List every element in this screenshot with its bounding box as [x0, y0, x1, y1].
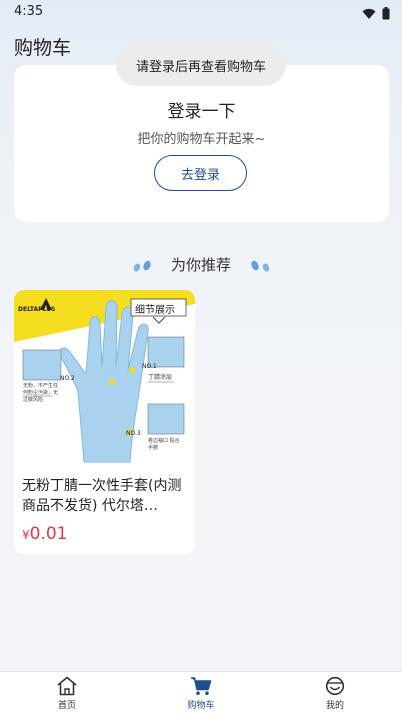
toast-text: 请登录后再查看购物车 — [135, 59, 266, 75]
login-button[interactable]: 去登录 — [154, 155, 247, 191]
page-title: 购物车 — [14, 37, 72, 59]
battery-icon — [382, 5, 390, 24]
login-subtitle: 把你的购物车开起来~ — [137, 132, 266, 147]
tab-home[interactable]: 首页 — [27, 676, 107, 711]
right-drops-icon — [248, 258, 272, 277]
product-card[interactable]: DELTAPLUS 细节展示 NO.1 丁腈涂层 NO.2 无粉，不产生任何粉尘… — [14, 290, 195, 554]
profile-icon — [295, 676, 375, 696]
tab-cart-label: 购物车 — [187, 701, 215, 711]
tab-profile[interactable]: 我的 — [295, 676, 375, 711]
detail-tag: 细节展示 — [135, 305, 175, 316]
product-name: 无粉丁腈一次性手套(内测商品不发货) 代尔塔 201370 — [22, 478, 182, 514]
callout-desc-no1: 丁腈涂层 — [148, 374, 173, 381]
tab-bar: 首页 购物车 我的 — [0, 671, 402, 716]
login-card: 登录一下 把你的购物车开起来~ 去登录 — [14, 65, 389, 222]
callout-label-no2: NO.2 — [60, 375, 75, 382]
product-price: ¥0.01 — [22, 524, 68, 544]
status-time: 4:35 — [14, 4, 44, 19]
login-title: 登录一下 — [167, 102, 236, 122]
tab-cart[interactable]: 购物车 — [161, 676, 241, 711]
login-button-label: 去登录 — [180, 167, 220, 183]
tab-home-label: 首页 — [57, 701, 76, 711]
brand-logo-text: DELTAPLUS — [18, 306, 56, 313]
price-value: 0.01 — [29, 524, 68, 544]
callout-desc-no3: 卷边袖口 贴合手腕 — [148, 438, 180, 451]
tab-profile-label: 我的 — [325, 701, 344, 711]
cart-icon — [161, 676, 241, 696]
wifi-icon — [362, 5, 376, 24]
status-bar: 4:35 — [0, 0, 402, 24]
callout-label-no1: NO.1 — [142, 363, 157, 370]
status-icons — [362, 5, 390, 24]
callout-desc-no2: 无粉，不产生任何粉尘污染，无过敏风险 — [23, 383, 59, 403]
product-image: DELTAPLUS 细节展示 NO.1 丁腈涂层 NO.2 无粉，不产生任何粉尘… — [14, 290, 195, 465]
recommend-header: 为你推荐 — [0, 252, 402, 276]
login-toast: 请登录后再查看购物车 — [116, 44, 286, 86]
price-currency: ¥ — [22, 528, 30, 542]
home-icon — [27, 676, 107, 696]
recommend-title: 为你推荐 — [170, 256, 231, 274]
callout-label-no3: NO.3 — [126, 430, 141, 437]
